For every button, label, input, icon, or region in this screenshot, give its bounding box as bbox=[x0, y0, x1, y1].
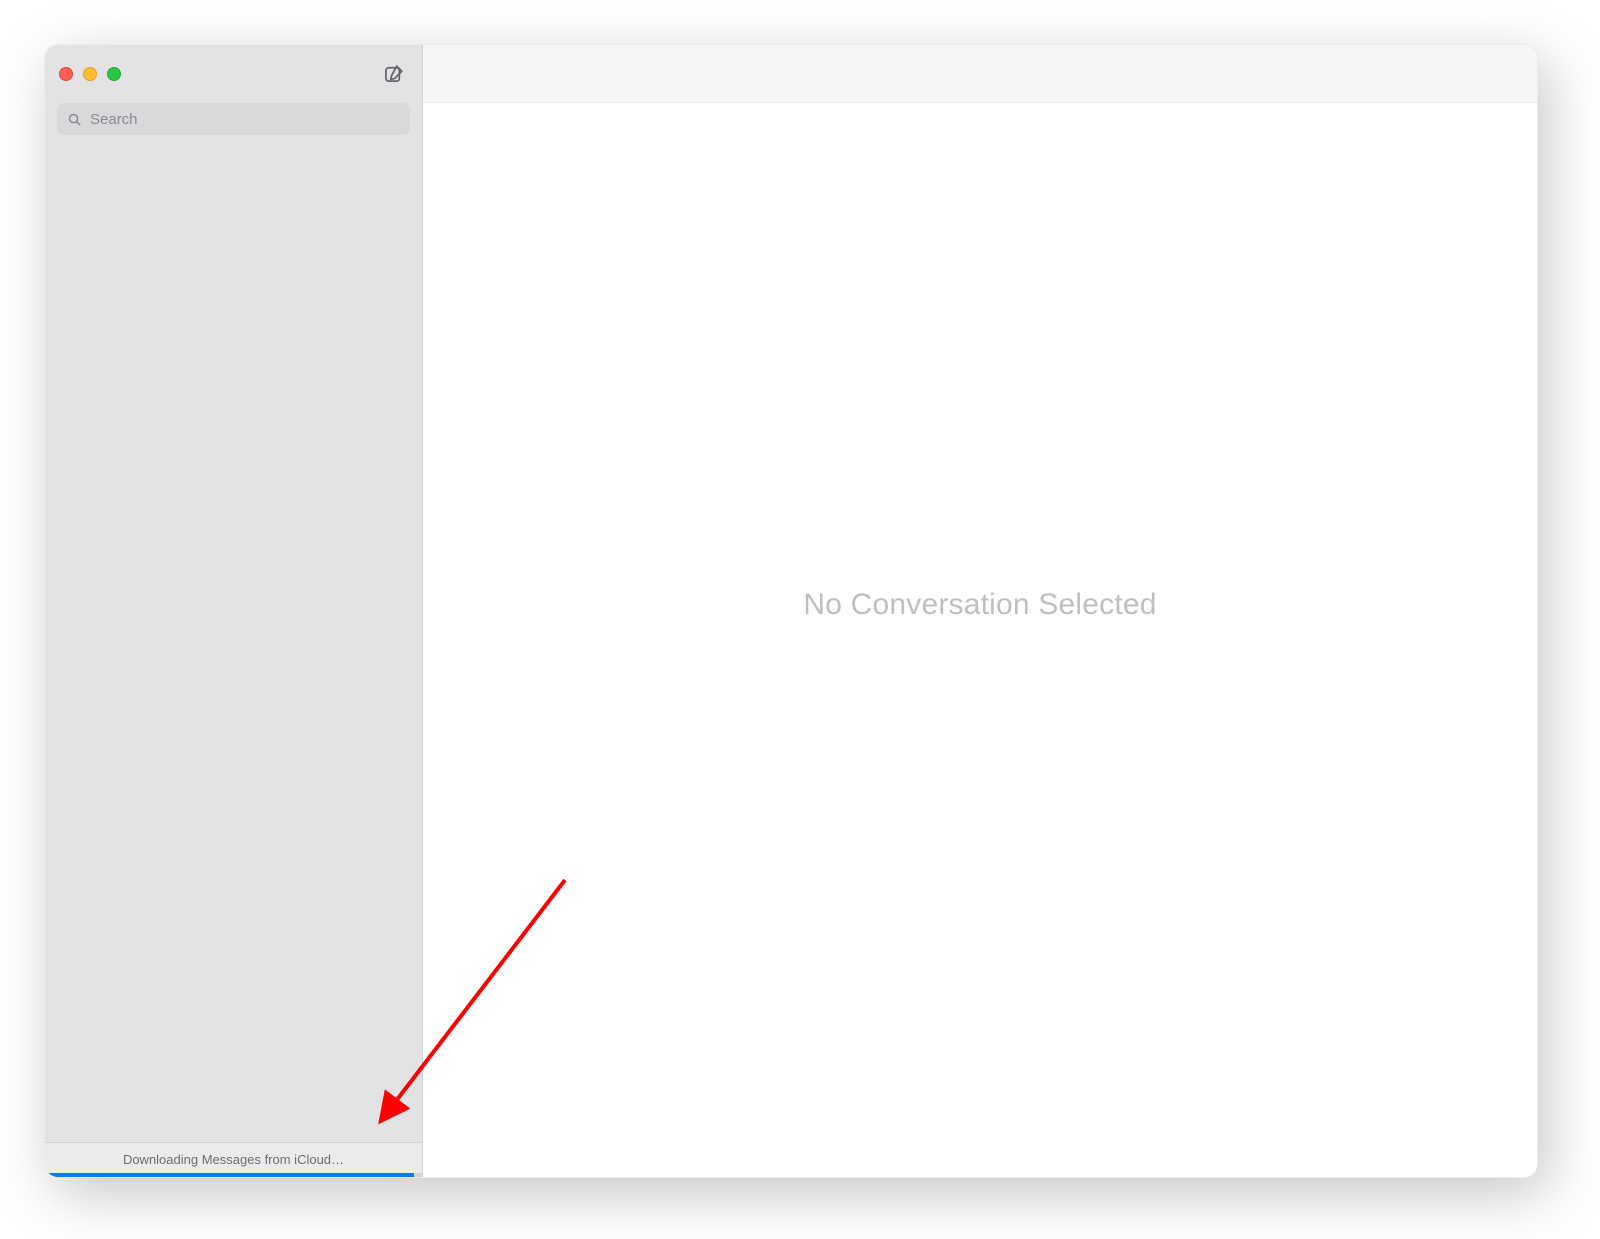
sync-progress-fill bbox=[45, 1173, 414, 1177]
search-field[interactable] bbox=[57, 103, 410, 135]
search-icon bbox=[67, 112, 82, 127]
main-body: No Conversation Selected bbox=[423, 103, 1537, 1177]
sidebar-footer: Downloading Messages from iCloud… bbox=[45, 1142, 422, 1177]
compose-icon bbox=[383, 63, 405, 85]
sidebar: Downloading Messages from iCloud… bbox=[45, 45, 423, 1177]
app-window: Downloading Messages from iCloud… No Con… bbox=[44, 44, 1538, 1178]
main-pane: No Conversation Selected bbox=[423, 45, 1537, 1177]
sync-progress-track bbox=[45, 1173, 422, 1177]
window-close-button[interactable] bbox=[59, 67, 73, 81]
main-titlebar bbox=[423, 45, 1537, 103]
search-container bbox=[45, 103, 422, 145]
compose-button[interactable] bbox=[380, 60, 408, 88]
sync-status-text: Downloading Messages from iCloud… bbox=[45, 1152, 422, 1173]
search-input[interactable] bbox=[90, 111, 400, 128]
window-maximize-button[interactable] bbox=[107, 67, 121, 81]
window-minimize-button[interactable] bbox=[83, 67, 97, 81]
no-conversation-placeholder: No Conversation Selected bbox=[803, 588, 1156, 622]
conversation-list bbox=[45, 145, 422, 1142]
canvas: Downloading Messages from iCloud… No Con… bbox=[0, 0, 1600, 1239]
sidebar-titlebar bbox=[45, 45, 422, 103]
traffic-lights bbox=[59, 67, 121, 81]
